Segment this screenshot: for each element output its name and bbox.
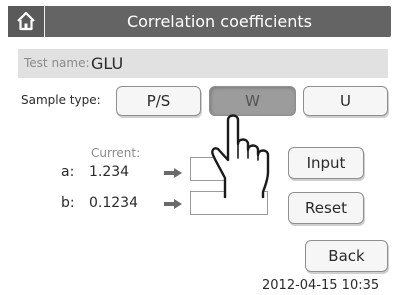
home-button[interactable] xyxy=(8,6,45,37)
coefficient-a-current-value: 1.234 xyxy=(89,164,130,180)
arrow-right-icon xyxy=(164,199,182,209)
input-button[interactable]: Input xyxy=(288,147,364,179)
test-name-bar: Test name: GLU xyxy=(18,49,388,78)
coefficient-b-current-value: 0.1234 xyxy=(89,195,138,211)
sample-type-ps-button[interactable]: P/S xyxy=(116,86,201,116)
hand-pointer-icon xyxy=(211,114,270,198)
back-button[interactable]: Back xyxy=(305,240,388,272)
reset-button[interactable]: Reset xyxy=(288,192,364,224)
test-name-label: Test name: xyxy=(24,56,90,70)
test-name-value: GLU xyxy=(91,54,124,73)
arrow-right-icon xyxy=(164,168,182,178)
correlation-coefficients-screen: Correlation coefficients Test name: GLU … xyxy=(0,0,399,295)
datetime-status: 2012-04-15 10:35 xyxy=(262,278,380,293)
sample-type-u-button[interactable]: U xyxy=(303,86,388,116)
home-icon xyxy=(17,11,35,31)
coefficient-a-label: a: xyxy=(61,164,75,180)
coefficient-b-label: b: xyxy=(61,195,75,211)
page-title: Correlation coefficients xyxy=(126,12,313,31)
header-bar: Correlation coefficients xyxy=(8,6,391,37)
current-label: Current: xyxy=(91,146,141,160)
sample-type-label: Sample type: xyxy=(21,93,101,107)
